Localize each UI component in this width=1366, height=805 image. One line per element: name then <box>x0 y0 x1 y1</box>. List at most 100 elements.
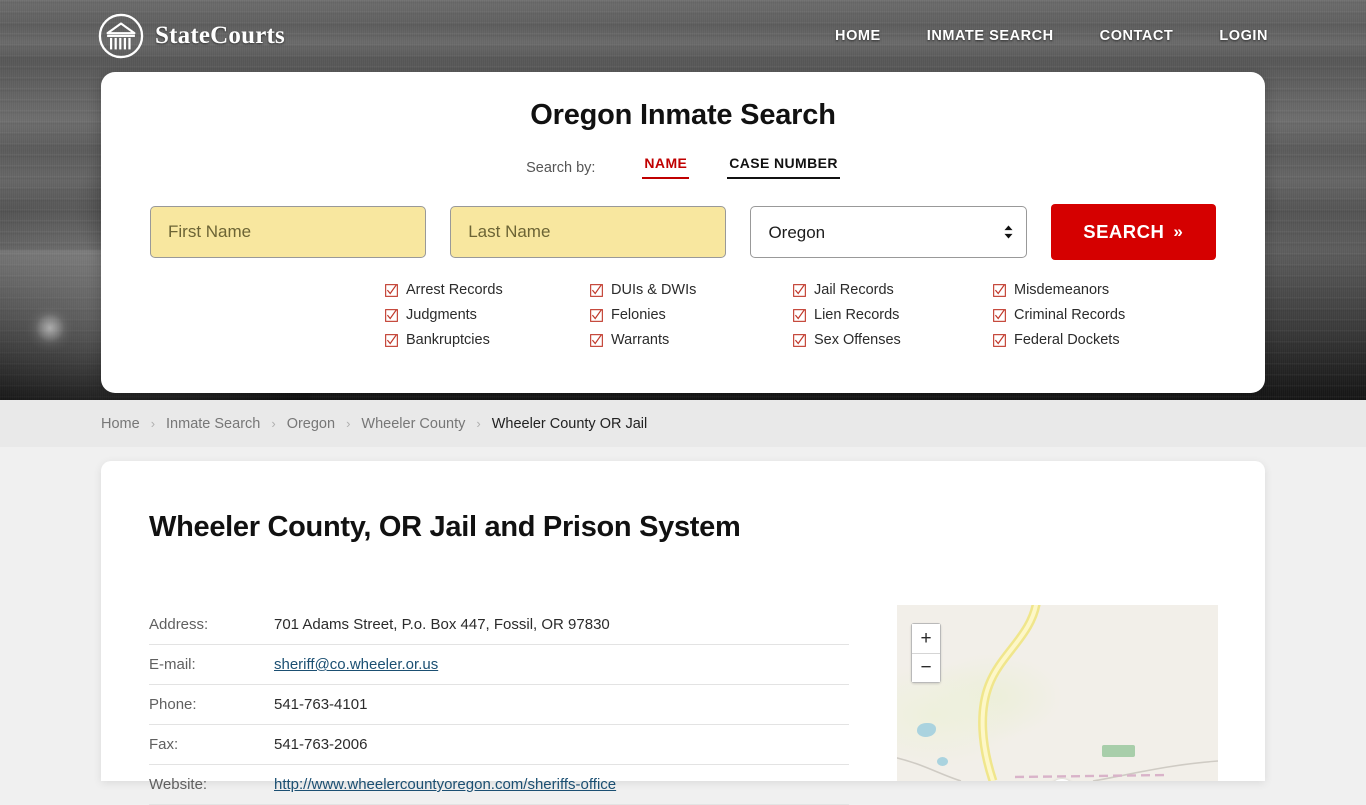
record-type-item[interactable]: Lien Records <box>793 307 993 323</box>
record-type-item[interactable]: Bankruptcies <box>385 332 590 348</box>
nav-item-contact[interactable]: CONTACT <box>1100 28 1174 44</box>
double-chevron-right-icon: » <box>1173 222 1184 241</box>
record-type-label: Warrants <box>611 332 670 348</box>
search-card-title: Oregon Inmate Search <box>530 99 836 131</box>
checked-box-icon <box>793 333 806 347</box>
search-fields-row: Oregon SEARCH » <box>101 204 1265 260</box>
inmate-search-card: Oregon Inmate Search Search by: NAME CAS… <box>101 72 1265 393</box>
info-key: Address: <box>149 616 209 633</box>
record-type-item[interactable]: Misdemeanors <box>993 282 1169 298</box>
first-name-input[interactable] <box>150 206 427 258</box>
info-value-website: http://www.wheelercountyoregon.com/sheri… <box>274 765 849 805</box>
breadcrumb-item-home[interactable]: Home <box>101 416 140 432</box>
table-row: Fax: 541-763-2006 <box>149 725 849 765</box>
checked-box-icon <box>385 333 398 347</box>
record-type-label: Criminal Records <box>1014 307 1126 323</box>
state-select-wrapper: Oregon <box>750 206 1027 258</box>
table-row: Phone: 541-763-4101 <box>149 685 849 725</box>
brand-logo[interactable]: StateCourts <box>98 13 285 59</box>
map-zoom-in-button[interactable]: + <box>912 624 940 653</box>
page-body: Wheeler County, OR Jail and Prison Syste… <box>0 447 1366 805</box>
chevron-right-icon: › <box>476 416 481 431</box>
table-row: Address: 701 Adams Street, P.o. Box 447,… <box>149 605 849 645</box>
record-type-label: Misdemeanors <box>1014 282 1110 298</box>
record-type-item[interactable]: Sex Offenses <box>793 332 993 348</box>
record-type-item[interactable]: Federal Dockets <box>993 332 1169 348</box>
breadcrumb-item-current: Wheeler County OR Jail <box>491 415 648 432</box>
chevron-right-icon: › <box>150 416 156 431</box>
nav-item-login[interactable]: LOGIN <box>1219 28 1268 44</box>
search-button-label: SEARCH <box>1083 221 1165 242</box>
info-value-phone: 541-763-4101 <box>274 696 368 713</box>
search-button[interactable]: SEARCH » <box>1050 204 1217 260</box>
checked-box-icon <box>793 283 806 297</box>
search-by-label: Search by: <box>526 160 596 176</box>
checked-box-icon <box>590 283 603 297</box>
checked-box-icon <box>993 283 1006 297</box>
breadcrumb: Home › Inmate Search › Oregon › Wheeler … <box>101 416 647 432</box>
info-value-email: sheriff@co.wheeler.or.us <box>274 645 849 685</box>
checked-box-icon <box>385 283 398 297</box>
table-row: E-mail: sheriff@co.wheeler.or.us <box>149 645 849 685</box>
map-water-body <box>937 757 948 766</box>
record-type-item[interactable]: Criminal Records <box>993 307 1169 323</box>
map-park-area <box>1102 745 1135 757</box>
last-name-input[interactable] <box>450 206 727 258</box>
record-type-item[interactable]: Jail Records <box>793 282 993 298</box>
tab-search-by-case-number[interactable]: CASE NUMBER <box>727 155 840 179</box>
record-type-label: Arrest Records <box>406 282 503 298</box>
checked-box-icon <box>993 333 1006 347</box>
record-types-grid: Arrest Records DUIs & DWIs Jail Records <box>101 282 1265 348</box>
record-type-item[interactable]: Arrest Records <box>385 282 590 298</box>
checked-box-icon <box>993 308 1006 322</box>
map-zoom-out-button[interactable]: − <box>912 652 940 682</box>
map-zoom-controls: + − <box>911 623 941 683</box>
main-nav: HOME INMATE SEARCH CONTACT LOGIN <box>835 28 1268 44</box>
search-by-row: Search by: NAME CASE NUMBER <box>101 155 1265 179</box>
record-type-label: DUIs & DWIs <box>611 282 697 298</box>
record-type-item[interactable]: Judgments <box>385 307 590 323</box>
info-value-fax: 541-763-2006 <box>274 736 368 753</box>
info-key: E-mail: <box>149 656 196 673</box>
jail-detail-panel: Wheeler County, OR Jail and Prison Syste… <box>101 461 1265 805</box>
record-type-label: Lien Records <box>814 307 900 323</box>
info-value-address: 701 Adams Street, P.o. Box 447, Fossil, … <box>274 616 610 633</box>
location-map[interactable]: + − <box>897 605 1218 781</box>
brand-name: StateCourts <box>155 22 285 49</box>
chevron-right-icon: › <box>346 416 351 431</box>
nav-item-inmate-search[interactable]: INMATE SEARCH <box>927 28 1054 44</box>
website-link[interactable]: http://www.wheelercountyoregon.com/sheri… <box>274 776 616 793</box>
record-type-item[interactable]: DUIs & DWIs <box>590 282 793 298</box>
record-type-item[interactable]: Felonies <box>590 307 793 323</box>
map-roads-layer <box>897 605 1218 781</box>
record-type-label: Judgments <box>406 307 477 323</box>
courthouse-circle-icon <box>98 13 144 59</box>
chevron-right-icon: › <box>271 416 276 431</box>
breadcrumb-item-wheeler-county[interactable]: Wheeler County <box>361 416 465 432</box>
record-type-item[interactable]: Warrants <box>590 332 793 348</box>
record-type-label: Felonies <box>611 307 666 323</box>
state-select[interactable]: Oregon <box>750 206 1027 258</box>
info-key: Fax: <box>149 736 179 753</box>
top-navigation-bar: StateCourts HOME INMATE SEARCH CONTACT L… <box>0 0 1366 72</box>
breadcrumb-bar: Home › Inmate Search › Oregon › Wheeler … <box>0 400 1366 447</box>
record-type-label: Bankruptcies <box>406 332 490 348</box>
checked-box-icon <box>793 308 806 322</box>
checked-box-icon <box>590 333 603 347</box>
breadcrumb-item-oregon[interactable]: Oregon <box>287 416 335 432</box>
record-type-label: Jail Records <box>814 282 894 298</box>
tab-search-by-name[interactable]: NAME <box>642 155 690 179</box>
hero-banner: StateCourts HOME INMATE SEARCH CONTACT L… <box>0 0 1366 400</box>
record-type-label: Sex Offenses <box>814 332 901 348</box>
table-row: Website: http://www.wheelercountyoregon.… <box>149 765 849 805</box>
checked-box-icon <box>385 308 398 322</box>
email-link[interactable]: sheriff@co.wheeler.or.us <box>274 656 438 673</box>
info-key: Phone: <box>149 696 197 713</box>
record-type-label: Federal Dockets <box>1014 332 1120 348</box>
facility-info-table: Address: 701 Adams Street, P.o. Box 447,… <box>149 605 849 805</box>
info-key: Website: <box>149 776 208 793</box>
checked-box-icon <box>590 308 603 322</box>
breadcrumb-item-inmate-search[interactable]: Inmate Search <box>166 416 260 432</box>
nav-item-home[interactable]: HOME <box>835 28 881 44</box>
page-title: Wheeler County, OR Jail and Prison Syste… <box>149 511 741 543</box>
